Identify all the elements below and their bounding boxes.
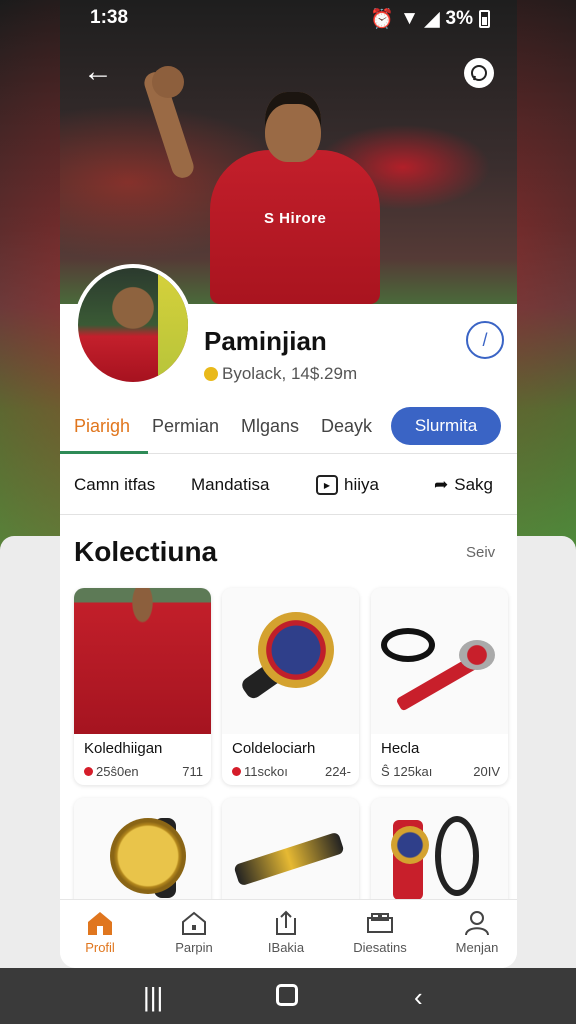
price-dot-icon [232, 767, 241, 776]
keyring-badge [459, 640, 495, 670]
card-image-watch [222, 588, 359, 734]
home-button-icon[interactable] [276, 984, 298, 1006]
system-navigation-bar: ||| ‹ [0, 968, 576, 1024]
alarm-icon: ⏰ [370, 9, 395, 30]
home-icon [86, 910, 114, 936]
box-icon [366, 910, 394, 936]
action-mandatisa[interactable]: Mandatisa [191, 475, 269, 495]
avatar-accent [158, 268, 188, 382]
app-screen: S Hirore ← Paminjian Byolack, 14$.29m / … [60, 0, 517, 968]
collection-card[interactable]: Koledhiigan 25ŝ0en 711 [74, 588, 211, 785]
back-nav-icon[interactable]: ‹ [414, 982, 423, 1013]
signal-icon: ◢ [424, 8, 440, 30]
collection-card[interactable]: Coldelociarh 11sckoı 224- [222, 588, 359, 785]
nav-label: Menjan [455, 940, 499, 955]
profile-name: Paminjian [204, 326, 327, 356]
card-price: 11sckoı [232, 764, 288, 779]
card-meta: 11sckoı 224- [232, 764, 351, 779]
status-bar: 1:38 ⏰ ▼ ◢ 3% [0, 0, 576, 34]
battery-icon [479, 10, 490, 28]
nav-label: IBakia [267, 940, 305, 955]
see-all-link[interactable]: Seiv [466, 544, 495, 561]
tab-deayk[interactable]: Deayk [321, 416, 372, 437]
nav-label: Parpin [175, 940, 213, 955]
tab-mlgans[interactable]: Mlgans [241, 416, 299, 437]
edit-profile-button[interactable]: / [466, 321, 504, 359]
status-time: 1:38 [90, 7, 129, 28]
arrow-left-icon: ← [83, 55, 113, 88]
action-label: Sakg [454, 475, 493, 494]
card-count: 20IV [473, 764, 500, 779]
card-price-text: 25ŝ0en [96, 764, 139, 779]
share-icon: ➦ [434, 475, 449, 494]
action-label: hiiya [344, 475, 379, 494]
chat-bubble-icon [471, 65, 487, 81]
action-label: Mandatisa [191, 475, 270, 494]
price-dot-icon [84, 767, 93, 776]
action-row: Camn itfas Mandatisa ▶ hiiya ➦ Sakg [60, 455, 517, 515]
watch-face-small [391, 826, 429, 864]
wifi-icon: ▼ [400, 8, 419, 29]
card-title: Koledhiigan [84, 740, 163, 757]
coin-icon [204, 367, 218, 381]
recents-icon[interactable]: ||| [143, 982, 163, 1013]
jersey-sponsor: S Hirore [264, 210, 327, 227]
collection-card[interactable]: Hecla Ŝ 125kaı 20IV [371, 588, 508, 785]
black-strap-loop [435, 816, 479, 896]
action-hiiya[interactable]: ▶ hiiya [316, 475, 379, 495]
nav-ibakia[interactable]: IBakia [246, 910, 326, 955]
watch-face [258, 612, 334, 688]
profile-subtitle: Byolack, 14$.29m [204, 364, 357, 384]
player-jersey [210, 150, 380, 304]
tab-cta-button[interactable]: Slurmita [391, 407, 501, 445]
chat-button[interactable] [464, 58, 494, 88]
card-title: Hecla [381, 740, 420, 757]
back-button[interactable]: ← [82, 55, 114, 88]
card-price: Ŝ 125kaı [381, 764, 433, 779]
ring-shape [381, 628, 435, 662]
profile-cover-image: S Hirore [60, 0, 517, 304]
pencil-icon: / [482, 329, 488, 350]
active-tab-indicator [60, 451, 148, 454]
card-meta: 25ŝ0en 711 [84, 764, 203, 779]
user-icon [463, 910, 491, 936]
collection-title: Kolectiuna [74, 536, 218, 567]
player-head [265, 92, 321, 162]
nav-profil[interactable]: Profil [60, 910, 140, 955]
house-outline-icon [180, 910, 208, 936]
player-fist [152, 66, 184, 98]
nav-label: Diesatins [353, 940, 407, 955]
gold-watch-face [110, 818, 186, 894]
nav-menjan[interactable]: Menjan [437, 910, 517, 955]
card-title: Coldelociarh [232, 740, 316, 757]
card-image-keyring [371, 588, 508, 734]
card-image-jersey [74, 588, 211, 734]
bracelet-shape [233, 831, 345, 887]
action-sakg[interactable]: ➦ Sakg [434, 475, 493, 495]
nav-diesatins[interactable]: Diesatins [340, 910, 420, 955]
card-price-text: 11sckoı [244, 764, 288, 779]
nav-parpin[interactable]: Parpin [154, 910, 234, 955]
status-icons: ⏰ ▼ ◢ 3% [370, 7, 490, 31]
action-label: Camn itfas [74, 475, 156, 494]
card-count: 224- [324, 764, 351, 779]
avatar[interactable] [74, 264, 192, 386]
play-icon: ▶ [316, 475, 338, 495]
upload-icon [272, 910, 300, 936]
tab-permian[interactable]: Permian [152, 416, 219, 437]
card-meta: Ŝ 125kaı 20IV [381, 764, 500, 779]
bottom-nav: Profil Parpin IBakia Diesatins Menjan [60, 899, 517, 968]
profile-subtitle-text: Byolack, 14$.29m [222, 364, 358, 383]
tab-piarigh[interactable]: Piarigh [74, 416, 130, 437]
profile-tabs: Piarigh Permian Mlgans Deayk Slurmita [60, 400, 517, 454]
card-price: 25ŝ0en [84, 764, 139, 779]
card-count: 711 [182, 764, 203, 779]
battery-percent: 3% [445, 8, 473, 29]
nav-label: Profil [85, 940, 115, 955]
action-camn-itfas[interactable]: Camn itfas [74, 475, 155, 495]
